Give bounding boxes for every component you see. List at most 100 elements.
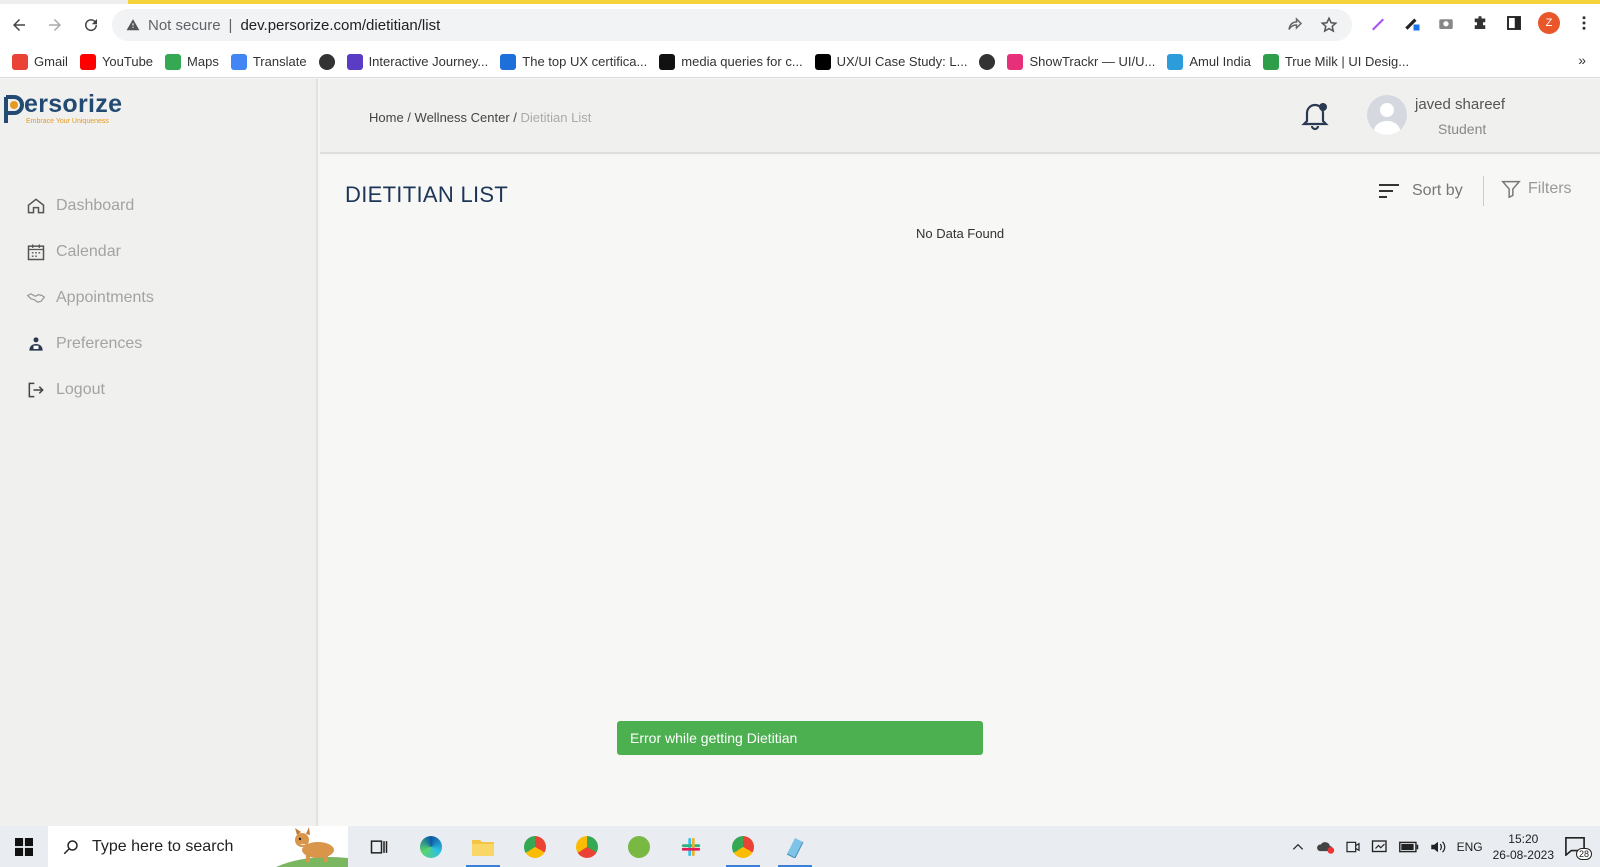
bookmark-label: Translate [252,54,307,69]
bookmark-label: UX/UI Case Study: L... [836,54,968,69]
volume-icon[interactable] [1429,839,1447,855]
puzzle-extension-icon[interactable] [1470,13,1490,33]
sidebar-item-logout[interactable]: Logout [26,367,154,413]
sidebar-item-label: Appointments [56,289,154,306]
taskbar-app-window[interactable] [772,826,818,867]
leaf-icon [1262,53,1279,70]
bookmark-item[interactable]: True Milk | UI Desig... [1262,53,1409,70]
breadcrumb-wellness-center[interactable]: Wellness Center [415,110,510,125]
youtube-icon [79,53,96,70]
home-icon [27,198,45,214]
chrome-icon [524,835,546,858]
persorize-logo[interactable]: ersorize Embrace Your Uniqueness [2,91,122,125]
bookmark-item[interactable] [979,53,996,70]
share-icon[interactable] [1286,16,1304,34]
reload-icon [85,19,98,32]
browser-toolbar: Not secure | dev.persorize.com/dietitian… [0,4,1600,46]
side-panel-icon[interactable] [1504,13,1524,33]
utorrent-icon [628,835,650,858]
language-indicator[interactable]: ENG [1457,840,1483,854]
taskbar-chrome-profile[interactable] [564,826,610,867]
taskbar-file-explorer[interactable] [460,826,506,867]
medium-icon [814,53,831,70]
logo-text: ersorize [24,90,123,118]
bookmark-label: Maps [187,54,219,69]
taskbar-chrome[interactable] [512,826,558,867]
security-label: Not secure [148,16,221,34]
battery-icon[interactable] [1398,841,1419,853]
color-picker-extension-icon[interactable] [1402,13,1422,33]
bookmark-item[interactable]: Gmail [12,53,68,70]
taskbar-clock[interactable]: 15:20 26-08-2023 [1493,831,1554,863]
sidebar-item-label: Logout [56,381,105,398]
sidebar-item-label: Calendar [56,243,121,260]
bookmarks-bar: Gmail YouTube Maps Translate Interactive Jou… [0,46,1600,78]
sidebar-item-calendar[interactable]: Calendar [26,229,154,275]
profile-avatar[interactable]: Z [1538,12,1560,34]
reload-button[interactable] [74,8,108,42]
taskbar-slack[interactable] [668,826,714,867]
breadcrumb: Home / Wellness Center / Dietitian List [369,110,591,125]
action-center-button[interactable]: 28 [1564,836,1592,860]
address-bar[interactable]: Not secure | dev.persorize.com/dietitian… [112,9,1352,41]
bookmark-item[interactable]: Maps [165,53,219,70]
taskbar-search-box[interactable]: Type here to search [48,826,348,867]
filters-button[interactable]: Filters [1500,178,1572,200]
arrow-right-icon [49,19,61,31]
taskbar-utorrent[interactable] [616,826,662,867]
notification-bell-icon[interactable] [1300,99,1330,131]
task-view-button[interactable] [356,826,402,867]
back-button[interactable] [2,8,36,42]
calendar-icon [27,244,45,261]
clock-time: 15:20 [1508,831,1539,846]
funnel-icon [1501,180,1521,199]
user-name: javed shareef [1415,96,1506,113]
empty-state-message: No Data Found [916,226,1005,241]
bookmark-item[interactable]: YouTube [79,53,153,70]
bookmark-label: Amul India [1189,54,1251,69]
taskbar-search-placeholder: Type here to search [92,837,234,855]
bookmark-item[interactable] [318,53,335,70]
sort-by-button[interactable]: Sort by [1378,182,1463,200]
u-badge-icon [659,53,676,70]
pen-extension-icon[interactable] [1368,13,1388,33]
sidebar-item-appointments[interactable]: Appointments [26,275,154,321]
bookmark-item[interactable]: Interactive Journey... [346,53,489,70]
bookmark-label: Interactive Journey... [368,54,489,69]
taskbar-apps [356,826,818,867]
kebab-menu-icon[interactable] [1574,13,1594,33]
forward-button[interactable] [38,8,72,42]
taskbar-edge[interactable] [408,826,454,867]
sidebar-menu: Dashboard Calendar Appointments Preferen… [26,183,154,413]
bookmarks-overflow-button[interactable]: » [1578,52,1586,68]
sidebar-item-preferences[interactable]: Preferences [26,321,154,367]
breadcrumb-separator: / [509,110,521,125]
avatar[interactable] [1367,95,1407,135]
logout-icon [28,382,44,398]
meet-now-icon[interactable] [1345,839,1361,855]
onedrive-icon[interactable] [1315,839,1335,855]
bookmark-item[interactable]: Amul India [1167,53,1251,70]
notification-count: 28 [1575,847,1592,860]
taskbar-chrome-active[interactable] [720,826,766,867]
bookmark-label: The top UX certifica... [522,54,648,69]
camera-extension-icon[interactable] [1436,13,1456,33]
error-toast: Error while getting Dietitian [617,721,983,755]
star-icon[interactable] [1320,16,1338,34]
url-text: dev.persorize.com/dietitian/list [240,16,441,34]
bookmark-item[interactable]: UX/UI Case Study: L... [814,53,968,70]
bookmark-item[interactable]: Translate [230,53,307,70]
chevron-up-icon[interactable] [1291,840,1305,854]
search-icon [63,839,78,854]
bookmark-item[interactable]: ShowTrackr — UI/U... [1007,53,1155,70]
task-view-icon [370,839,388,854]
bookmark-item[interactable]: media queries for c... [659,53,803,70]
sidebar-item-dashboard[interactable]: Dashboard [26,183,154,229]
bookmark-item[interactable]: The top UX certifica... [500,53,648,70]
sidebar-item-label: Preferences [56,335,143,352]
gmail-icon [12,53,28,70]
omnibox-actions [1286,16,1338,34]
breadcrumb-home[interactable]: Home [369,110,404,125]
start-button[interactable] [0,826,48,867]
network-icon[interactable] [1371,839,1389,855]
